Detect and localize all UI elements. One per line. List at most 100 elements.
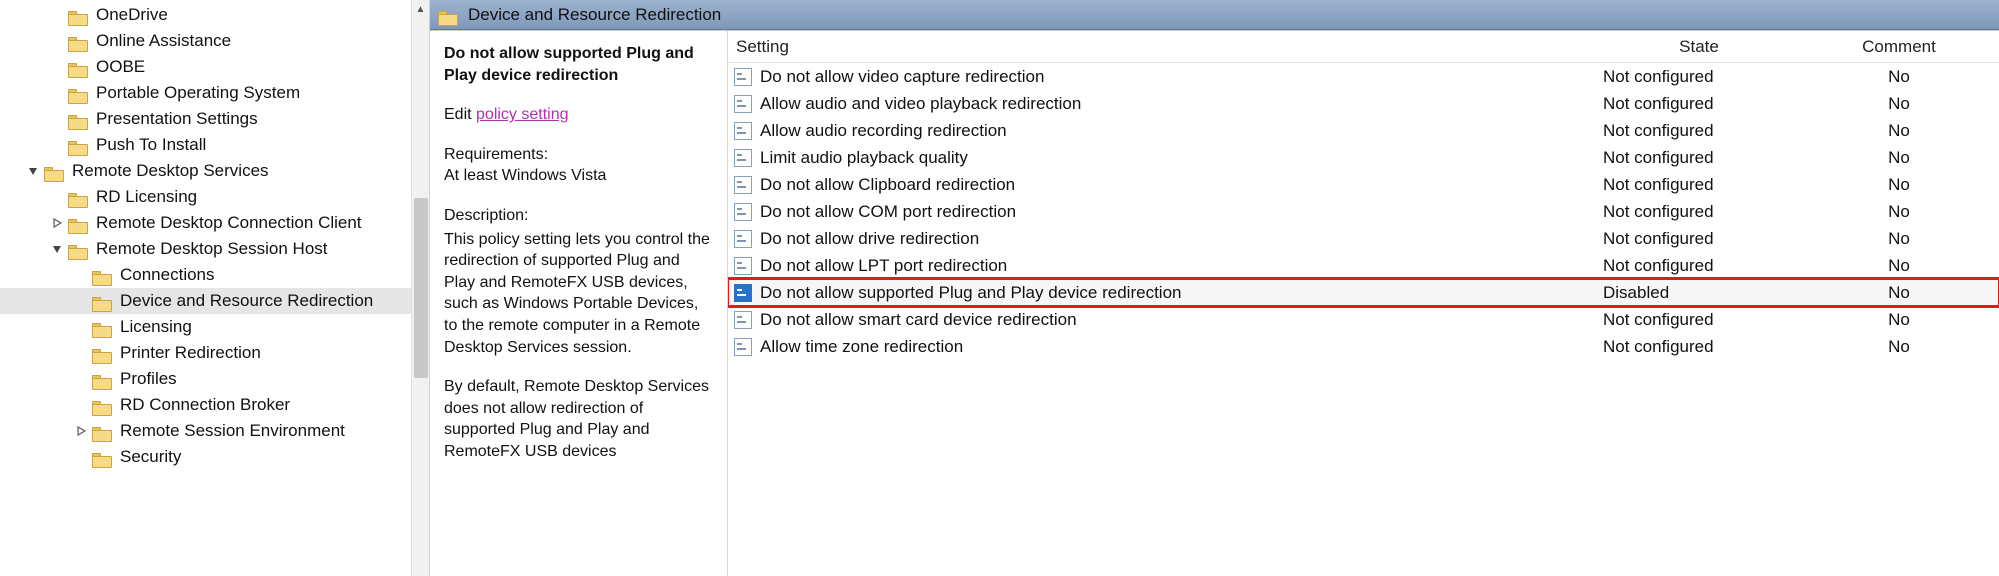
settings-row[interactable]: Allow audio and video playback redirecti… — [728, 90, 1999, 117]
column-header-setting[interactable]: Setting — [728, 37, 1599, 57]
tree-item[interactable]: Online Assistance — [0, 28, 412, 54]
settings-row-comment: No — [1799, 310, 1999, 330]
settings-row[interactable]: Limit audio playback quality Not configur… — [728, 144, 1999, 171]
column-header-state[interactable]: State — [1599, 37, 1799, 57]
tree-item[interactable]: Push To Install — [0, 132, 412, 158]
folder-icon — [68, 136, 88, 154]
chevron-right-icon[interactable] — [48, 214, 66, 232]
details-content: Do not allow supported Plug and Play dev… — [430, 30, 1999, 576]
settings-row-label: Do not allow Clipboard redirection — [760, 175, 1015, 195]
policy-icon — [734, 311, 752, 329]
settings-row-label: Limit audio playback quality — [760, 148, 968, 168]
policy-icon — [734, 203, 752, 221]
policy-icon — [734, 257, 752, 275]
scroll-thumb[interactable] — [414, 198, 428, 378]
folder-icon — [92, 292, 112, 310]
tree-item[interactable]: RD Connection Broker — [0, 392, 412, 418]
tree-item[interactable]: Remote Desktop Services — [0, 158, 412, 184]
settings-row-state: Not configured — [1599, 148, 1799, 168]
scroll-up-button[interactable]: ▲ — [412, 0, 429, 18]
tree-item-label: Printer Redirection — [120, 343, 261, 363]
chevron-down-icon[interactable] — [48, 240, 66, 258]
settings-row-label: Do not allow smart card device redirecti… — [760, 310, 1077, 330]
navigation-tree[interactable]: OneDrive Online Assistance OOBE Portable Op… — [0, 0, 412, 576]
settings-row-setting: Allow audio and video playback redirecti… — [728, 94, 1599, 114]
tree-item[interactable]: Connections — [0, 262, 412, 288]
policy-icon — [734, 95, 752, 113]
tree-item-label: Presentation Settings — [96, 109, 258, 129]
tree-item[interactable]: Device and Resource Redirection — [0, 288, 412, 314]
tree-item[interactable]: Remote Desktop Session Host — [0, 236, 412, 262]
tree-item[interactable]: Presentation Settings — [0, 106, 412, 132]
column-header-comment[interactable]: Comment — [1799, 37, 1999, 57]
settings-row-comment: No — [1799, 67, 1999, 87]
settings-row-setting: Allow time zone redirection — [728, 337, 1599, 357]
tree-item-label: Profiles — [120, 369, 177, 389]
settings-row-setting: Do not allow supported Plug and Play dev… — [728, 283, 1599, 303]
policy-icon — [734, 338, 752, 356]
edit-policy-link[interactable]: policy setting — [476, 106, 569, 123]
tree-item[interactable]: OneDrive — [0, 2, 412, 28]
settings-list-header[interactable]: Setting State Comment — [728, 31, 1999, 63]
folder-icon — [92, 370, 112, 388]
settings-row[interactable]: Do not allow LPT port redirectionNot con… — [728, 252, 1999, 279]
tree-item-label: RD Licensing — [96, 187, 197, 207]
tree-item[interactable]: RD Licensing — [0, 184, 412, 210]
settings-row[interactable]: Do not allow drive redirectionNot config… — [728, 225, 1999, 252]
tree-item-label: Remote Session Environment — [120, 421, 345, 441]
settings-row-label: Allow time zone redirection — [760, 337, 963, 357]
tree-item[interactable]: Security — [0, 444, 412, 470]
settings-row[interactable]: Allow audio recording redirectionNot con… — [728, 117, 1999, 144]
policy-icon — [734, 230, 752, 248]
details-pane-header: Device and Resource Redirection — [430, 0, 1999, 30]
tree-item-label: OOBE — [96, 57, 145, 77]
settings-row-comment: No — [1799, 229, 1999, 249]
settings-row-setting: Do not allow drive redirection — [728, 229, 1599, 249]
tree-item[interactable]: Remote Session Environment — [0, 418, 412, 444]
tree-item-label: OneDrive — [96, 5, 168, 25]
tree-item-label: Device and Resource Redirection — [120, 291, 373, 311]
description-text: This policy setting lets you control the… — [444, 229, 713, 359]
settings-row[interactable]: Do not allow COM port redirectionNot con… — [728, 198, 1999, 225]
tree-item[interactable]: Profiles — [0, 366, 412, 392]
settings-row-setting: Allow audio recording redirection — [728, 121, 1599, 141]
edit-policy-line: Edit policy setting — [444, 104, 713, 126]
folder-icon — [92, 266, 112, 284]
folder-icon — [68, 240, 88, 258]
settings-row-comment: No — [1799, 256, 1999, 276]
description-column: Do not allow supported Plug and Play dev… — [430, 31, 728, 576]
tree-item-label: Remote Desktop Services — [72, 161, 269, 181]
tree-item[interactable]: Printer Redirection — [0, 340, 412, 366]
settings-row-comment: No — [1799, 283, 1999, 303]
folder-icon — [68, 214, 88, 232]
tree-item[interactable]: Licensing — [0, 314, 412, 340]
details-pane-title: Device and Resource Redirection — [468, 5, 721, 25]
settings-row-setting: Do not allow smart card device redirecti… — [728, 310, 1599, 330]
settings-row-state: Not configured — [1599, 121, 1799, 141]
tree-scrollbar[interactable]: ▲ ▼ — [411, 0, 429, 576]
settings-row-setting: Do not allow LPT port redirection — [728, 256, 1599, 276]
settings-row-setting: Do not allow COM port redirection — [728, 202, 1599, 222]
tree-item[interactable]: Remote Desktop Connection Client — [0, 210, 412, 236]
settings-row[interactable]: Do not allow Clipboard redirectionNot co… — [728, 171, 1999, 198]
tree-item-label: Security — [120, 447, 181, 467]
settings-row-setting: Limit audio playback quality — [728, 148, 1599, 168]
chevron-down-icon[interactable] — [24, 162, 42, 180]
tree-item[interactable]: Portable Operating System — [0, 80, 412, 106]
settings-row[interactable]: Allow time zone redirection Not configure… — [728, 333, 1999, 360]
settings-row[interactable]: Do not allow video capture redirectionNo… — [728, 63, 1999, 90]
folder-icon — [92, 422, 112, 440]
tree-item-label: Connections — [120, 265, 215, 285]
settings-row-state: Not configured — [1599, 337, 1799, 357]
settings-row[interactable]: Do not allow smart card device redirecti… — [728, 306, 1999, 333]
policy-icon — [734, 176, 752, 194]
folder-icon — [44, 162, 64, 180]
tree-item[interactable]: OOBE — [0, 54, 412, 80]
settings-row-comment: No — [1799, 94, 1999, 114]
settings-row[interactable]: Do not allow supported Plug and Play dev… — [728, 279, 1999, 306]
settings-row-comment: No — [1799, 121, 1999, 141]
scroll-track[interactable] — [412, 198, 429, 576]
settings-row-label: Do not allow LPT port redirection — [760, 256, 1007, 276]
tree-item-label: RD Connection Broker — [120, 395, 290, 415]
chevron-right-icon[interactable] — [72, 422, 90, 440]
